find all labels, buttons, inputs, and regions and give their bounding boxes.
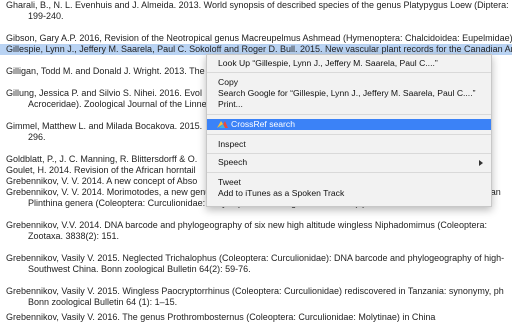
- reference-line: Grebennikov, Vasily V. 2015. Neglected T…: [6, 253, 505, 263]
- reference-line: Gillung, Jessica P. and Silvio S. Nihei.…: [6, 88, 202, 98]
- menu-item-speech[interactable]: Speech: [207, 157, 491, 168]
- menu-item-search-google[interactable]: Search Google for “Gillespie, Lynn J., J…: [207, 88, 491, 99]
- reference-line: Southwest China. Bonn zoological Bulleti…: [28, 264, 251, 274]
- reference-line: Goulet, H. 2014. Revision of the African…: [6, 165, 196, 175]
- reference-line: Zootaxa. 3838(2): 151.: [28, 231, 120, 241]
- reference-line: Grebennikov, V.V. 2014. DNA barcode and …: [6, 220, 487, 230]
- reference-line: Gharali, B., N. L. Evenhuis and J. Almei…: [6, 0, 509, 10]
- reference-line: Gimmel, Matthew L. and Milada Bocakova. …: [6, 121, 203, 131]
- menu-separator: [207, 134, 491, 135]
- reference-line: 199-240.: [28, 11, 64, 21]
- menu-item-print[interactable]: Print...: [207, 99, 491, 110]
- reference-line: Gilligan, Todd M. and Donald J. Wright. …: [6, 66, 205, 76]
- reference-line: Gibson, Gary A.P. 2016, Revision of the …: [6, 33, 512, 43]
- menu-separator: [207, 72, 491, 73]
- menu-item-inspect[interactable]: Inspect: [207, 139, 491, 150]
- reference-line: 296.: [28, 132, 46, 142]
- menu-separator: [207, 153, 491, 154]
- reference-line: Bonn zoological Bulletin 64 (1): 1–15.: [28, 297, 178, 307]
- menu-item-add-to-itunes[interactable]: Add to iTunes as a Spoken Track: [207, 188, 491, 199]
- submenu-arrow-icon: [479, 160, 483, 166]
- reference-line: Goldblatt, P., J. C. Manning, R. Blitter…: [6, 154, 198, 164]
- menu-item-copy[interactable]: Copy: [207, 77, 491, 88]
- reference-line: Acroceridae). Zoological Journal of the …: [28, 99, 212, 109]
- crossref-icon: [217, 121, 228, 128]
- menu-separator: [207, 114, 491, 115]
- context-menu: Look Up “Gillespie, Lynn J., Jeffery M. …: [206, 54, 492, 207]
- reference-line: Grebennikov, V. V. 2014. A new concept o…: [6, 176, 198, 186]
- reference-line: Grebennikov, Vasily V. 2015. Wingless Pa…: [6, 286, 504, 296]
- menu-item-crossref-search[interactable]: CrossRef search: [207, 119, 491, 130]
- menu-separator: [207, 172, 491, 173]
- reference-line: Grebennikov, Vasily V. 2016. The genus P…: [6, 312, 436, 322]
- menu-item-lookup[interactable]: Look Up “Gillespie, Lynn J., Jeffery M. …: [207, 58, 491, 69]
- menu-item-tweet[interactable]: Tweet: [207, 177, 491, 188]
